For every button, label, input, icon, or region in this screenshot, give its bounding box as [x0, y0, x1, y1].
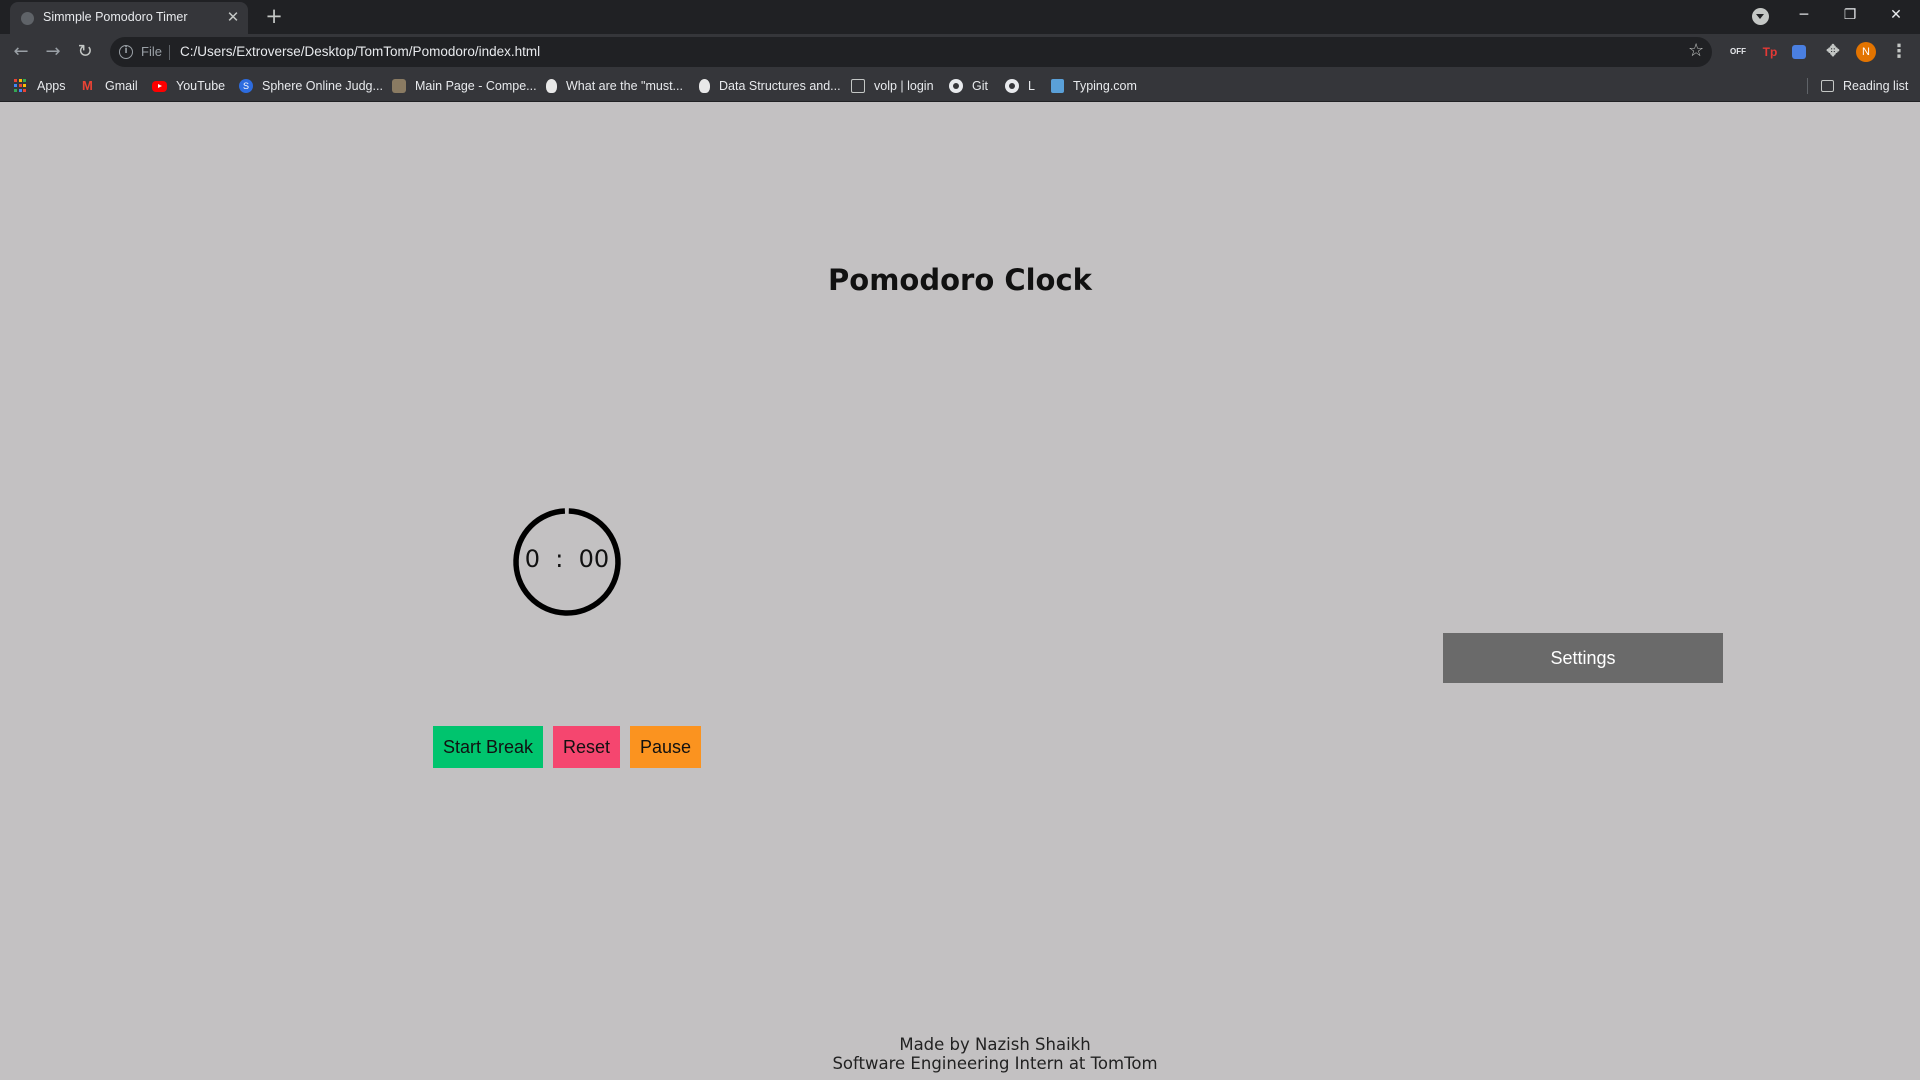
bookmark-git[interactable]: Git: [949, 77, 988, 95]
forward-button[interactable]: →: [41, 40, 65, 64]
settings-button[interactable]: Settings: [1443, 633, 1723, 683]
extensions-puzzle-icon[interactable]: ✥: [1823, 43, 1843, 61]
typing-icon: [1051, 79, 1064, 93]
reading-list-label: Reading list: [1843, 79, 1909, 93]
bookmark-label: Main Page - Compe...: [415, 79, 537, 93]
bookmark-label: What are the "must...: [566, 79, 683, 93]
back-button[interactable]: ←: [9, 40, 33, 64]
bookmark-sphere[interactable]: S Sphere Online Judg...: [239, 77, 383, 95]
bookmark-label: Sphere Online Judg...: [262, 79, 383, 93]
gmail-icon: M: [82, 78, 93, 93]
sphere-icon: S: [239, 79, 253, 93]
bookmark-label: L: [1028, 79, 1035, 93]
bookmark-what-are-the[interactable]: What are the "must...: [546, 77, 683, 95]
address-bar[interactable]: i File C:/Users/Extroverse/Desktop/TomTo…: [110, 37, 1712, 67]
bookmark-l[interactable]: L: [1005, 77, 1035, 95]
reading-list-icon: [1821, 80, 1834, 92]
wiki-icon: [392, 79, 406, 93]
url-text[interactable]: C:/Users/Extroverse/Desktop/TomTom/Pomod…: [180, 44, 540, 59]
tab-strip: Simmple Pomodoro Timer ✕ + ─ ❐ ✕: [0, 0, 1920, 34]
browser-tab[interactable]: Simmple Pomodoro Timer ✕: [10, 2, 248, 34]
bookmark-label: YouTube: [176, 79, 226, 93]
bookmark-data-structures[interactable]: Data Structures and...: [699, 77, 841, 95]
quora-icon: [546, 79, 557, 93]
bookmark-label: Git: [972, 79, 988, 93]
reading-list-button[interactable]: Reading list: [1821, 77, 1908, 95]
footer-role: Software Engineering Intern at TomTom: [832, 1054, 1158, 1073]
bookmark-gmail[interactable]: M Gmail: [82, 77, 138, 95]
bookmark-typing[interactable]: Typing.com: [1051, 77, 1137, 95]
reload-button[interactable]: ↻: [73, 40, 97, 64]
tab-title: Simmple Pomodoro Timer: [43, 10, 188, 24]
page-title: Pomodoro Clock: [828, 263, 1092, 297]
scheme-label: File: [141, 44, 162, 59]
bookmark-apps[interactable]: Apps: [14, 77, 66, 95]
bookmark-youtube[interactable]: YouTube: [152, 77, 225, 95]
bookmark-star-icon[interactable]: ☆: [1688, 40, 1704, 61]
bookmark-label: Apps: [37, 79, 66, 93]
profile-avatar[interactable]: N: [1856, 42, 1876, 62]
youtube-icon: [152, 80, 167, 92]
bookmark-label: Typing.com: [1073, 79, 1137, 93]
page-viewport: Pomodoro Clock 0 : 00 Start Break Reset …: [0, 103, 1920, 1080]
timer-display: 0 : 00: [524, 545, 610, 573]
globe-icon: [21, 12, 34, 25]
reset-button[interactable]: Reset: [553, 726, 620, 768]
tab-search-icon[interactable]: [1752, 8, 1769, 25]
github-icon: [949, 79, 963, 93]
bookmarks-bar: Apps M Gmail YouTube S Sphere Online Jud…: [0, 70, 1920, 102]
quora-icon: [699, 79, 710, 93]
footer: Made by Nazish Shaikh Software Engineeri…: [0, 1035, 1920, 1073]
info-icon[interactable]: i: [119, 45, 133, 59]
browser-toolbar: ← → ↻ i File C:/Users/Extroverse/Desktop…: [0, 34, 1920, 70]
address-divider: [169, 45, 170, 60]
apps-grid-icon: [14, 79, 28, 93]
bookmarks-divider: [1807, 78, 1808, 94]
menu-kebab-icon[interactable]: ⋮: [1890, 41, 1908, 63]
bookmark-label: volp | login: [874, 79, 934, 93]
extension-tp-icon[interactable]: Tp: [1760, 43, 1780, 61]
start-break-button[interactable]: Start Break: [433, 726, 543, 768]
github-icon: [1005, 79, 1019, 93]
footer-author: Made by Nazish Shaikh: [899, 1035, 1091, 1054]
bookmark-main-page[interactable]: Main Page - Compe...: [392, 77, 537, 95]
close-tab-icon[interactable]: ✕: [224, 8, 242, 26]
page-icon: [851, 79, 865, 93]
restore-button[interactable]: ❐: [1827, 0, 1873, 30]
bookmark-label: Data Structures and...: [719, 79, 841, 93]
pause-button[interactable]: Pause: [630, 726, 701, 768]
extension-off-icon[interactable]: OFF: [1728, 43, 1748, 61]
bookmark-label: Gmail: [105, 79, 138, 93]
extension-blue-icon[interactable]: [1792, 45, 1806, 59]
bookmark-volp[interactable]: volp | login: [851, 77, 934, 95]
minimize-button[interactable]: ─: [1781, 0, 1827, 30]
new-tab-button[interactable]: +: [262, 5, 286, 29]
close-window-button[interactable]: ✕: [1873, 0, 1919, 30]
